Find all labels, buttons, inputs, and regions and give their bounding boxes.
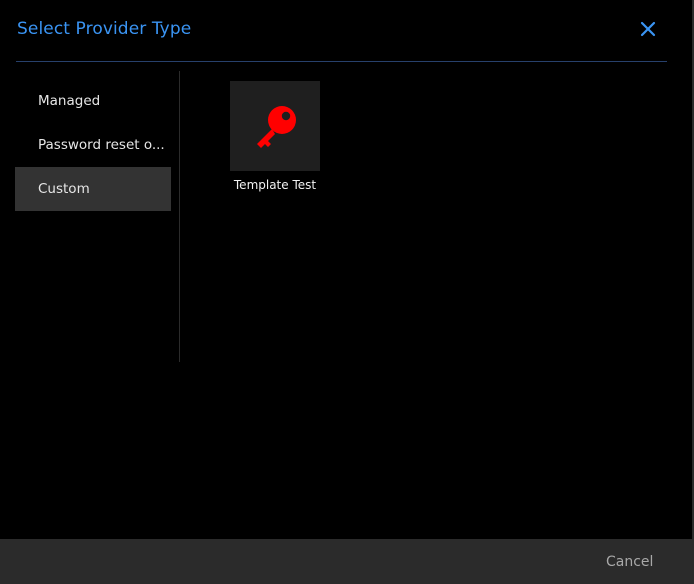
provider-tile-label: Template Test [233,178,317,192]
select-provider-dialog: Select Provider Type Managed Password re… [0,0,694,584]
sidebar-item-managed[interactable]: Managed [15,79,171,123]
dialog-footer: Cancel [0,539,694,584]
sidebar-divider [179,71,180,362]
provider-category-list: Managed Password reset o... Custom [15,79,171,211]
provider-tile-box [230,81,320,171]
dialog-header: Select Provider Type [16,0,667,62]
dialog-title: Select Provider Type [17,19,192,39]
key-icon [257,106,296,148]
close-button[interactable] [636,17,660,41]
close-icon [640,21,656,37]
provider-tile-template-test[interactable]: Template Test [230,81,320,192]
cancel-button[interactable]: Cancel [606,554,653,570]
sidebar-item-custom[interactable]: Custom [15,167,171,211]
sidebar-item-password-reset[interactable]: Password reset o... [15,123,171,167]
